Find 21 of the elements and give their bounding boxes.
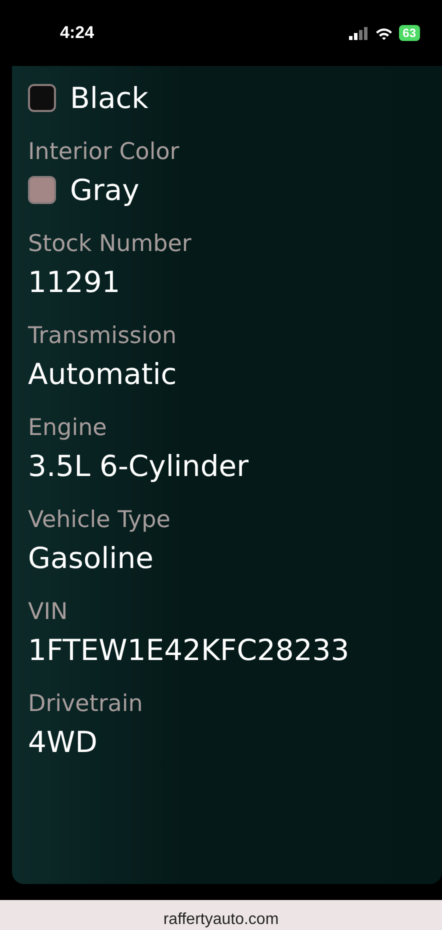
field-label: Transmission (28, 322, 178, 351)
field-value: 3.5L 6-Cylinder (28, 448, 250, 485)
status-time: 4:24 (60, 23, 94, 43)
field-label: Engine (28, 414, 108, 443)
url-text: raffertyauto.com (163, 910, 279, 930)
field-label: Vehicle Type (28, 506, 172, 535)
field-label: VIN (28, 598, 69, 627)
field-label: Drivetrain (28, 690, 144, 719)
field-value: 1FTEW1E42KFC28233 (28, 632, 350, 669)
field-label: Interior Color (28, 138, 180, 167)
field-value: 4WD (28, 724, 98, 761)
wifi-icon (374, 26, 393, 40)
field-value: Black (70, 80, 148, 117)
field-label: Stock Number (28, 230, 192, 259)
field-value: Gray (70, 172, 140, 209)
signal-icon (348, 26, 369, 40)
field-value: Automatic (28, 356, 178, 393)
address-bar[interactable]: raffertyauto.com (0, 900, 442, 930)
field-value: 11291 (28, 264, 122, 301)
field-value: Gasoline (28, 540, 154, 577)
battery-level: 63 (398, 25, 420, 41)
